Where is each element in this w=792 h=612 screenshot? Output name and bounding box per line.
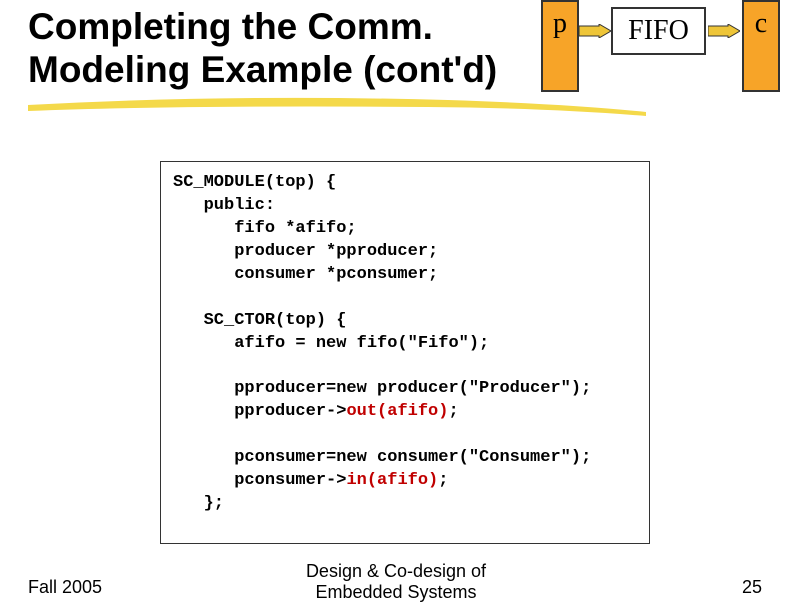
code-line: pconsumer=new consumer("Consumer"); — [173, 448, 591, 467]
footer-course-line2: Embedded Systems — [315, 582, 476, 602]
code-line: pconsumer-> — [173, 471, 346, 490]
code-line: producer *pproducer; — [173, 242, 438, 261]
code-line: }; — [173, 494, 224, 513]
code-line: SC_CTOR(top) { — [173, 311, 346, 330]
diagram-producer-label: p — [553, 8, 567, 90]
code-line: afifo = new fifo("Fifo"); — [173, 334, 489, 353]
title-underline — [28, 94, 648, 114]
code-line: SC_MODULE(top) { — [173, 173, 336, 192]
code-line: pproducer=new producer("Producer"); — [173, 379, 591, 398]
diagram-fifo-box: FIFO — [611, 7, 706, 55]
diagram-producer-box: p — [541, 0, 579, 92]
code-line: fifo *afifo; — [173, 219, 357, 238]
diagram-consumer-label: c — [755, 8, 767, 90]
slide-number: 25 — [742, 577, 762, 598]
footer-course: Design & Co-design of Embedded Systems — [0, 561, 792, 604]
code-line: ; — [438, 471, 448, 490]
footer-course-line1: Design & Co-design of — [306, 561, 486, 581]
code-line: pproducer-> — [173, 402, 346, 421]
arrow-icon — [708, 24, 738, 38]
diagram-fifo-label: FIFO — [628, 15, 689, 47]
code-line: ; — [448, 402, 458, 421]
diagram-consumer-box: c — [742, 0, 780, 92]
arrow-icon — [579, 24, 609, 38]
code-line: consumer *pconsumer; — [173, 265, 438, 284]
code-highlight: in(afifo) — [346, 471, 438, 490]
code-block: SC_MODULE(top) { public: fifo *afifo; pr… — [160, 161, 650, 544]
code-line: public: — [173, 196, 275, 215]
code-highlight: out(afifo) — [346, 402, 448, 421]
